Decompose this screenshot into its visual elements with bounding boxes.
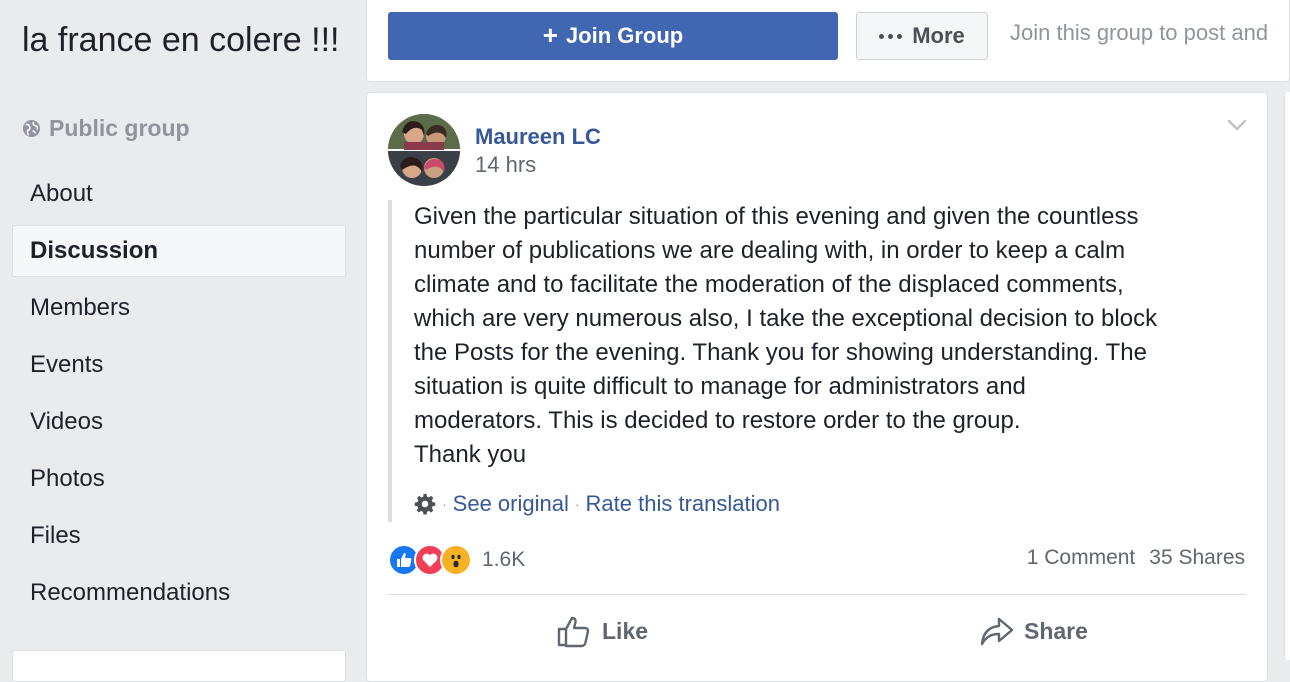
post-divider bbox=[388, 594, 1246, 595]
nav-item-about[interactable]: About bbox=[12, 168, 346, 220]
scrollbar[interactable] bbox=[1284, 92, 1290, 660]
plus-icon: + bbox=[542, 20, 558, 50]
nav-item-members[interactable]: Members bbox=[12, 282, 346, 334]
group-nav: About Discussion Members Events Videos P… bbox=[12, 168, 346, 624]
more-label: More bbox=[912, 23, 965, 48]
wow-reaction-icon bbox=[440, 544, 472, 576]
post-timestamp[interactable]: 14 hrs bbox=[475, 152, 536, 178]
group-sidebar: la france en colere !!! Public group Abo… bbox=[0, 0, 365, 682]
see-original-link[interactable]: See original bbox=[453, 491, 569, 517]
nav-item-recommendations[interactable]: Recommendations bbox=[12, 567, 346, 619]
translation-quote-bar bbox=[388, 200, 392, 522]
nav-item-discussion[interactable]: Discussion bbox=[12, 225, 346, 277]
comment-count-link[interactable]: 1 Comment bbox=[1027, 546, 1136, 570]
share-count-link[interactable]: 35 Shares bbox=[1149, 546, 1245, 570]
globe-icon bbox=[22, 119, 41, 137]
sidebar-bottom-box bbox=[12, 650, 346, 682]
thumbs-up-icon bbox=[557, 616, 590, 648]
like-label: Like bbox=[602, 617, 649, 644]
nav-item-photos[interactable]: Photos bbox=[12, 453, 346, 505]
nav-item-events[interactable]: Events bbox=[12, 339, 346, 391]
reaction-count[interactable]: 1.6K bbox=[482, 548, 525, 572]
gear-icon[interactable] bbox=[414, 493, 436, 515]
join-group-label: Join Group bbox=[565, 23, 684, 48]
rate-translation-link[interactable]: Rate this translation bbox=[586, 491, 780, 517]
separator-dot: · bbox=[442, 496, 447, 512]
join-group-button[interactable]: + Join Group bbox=[388, 12, 838, 60]
chevron-down-icon[interactable] bbox=[1226, 118, 1248, 132]
separator-dot: · bbox=[574, 496, 580, 512]
share-label: Share bbox=[1024, 617, 1088, 644]
avatar[interactable] bbox=[388, 114, 460, 186]
post-body-text: Given the particular situation of this e… bbox=[414, 203, 1158, 468]
group-title[interactable]: la france en colere !!! bbox=[22, 20, 352, 60]
like-button[interactable]: Like bbox=[556, 612, 648, 650]
nav-item-videos[interactable]: Videos bbox=[12, 396, 346, 448]
translation-controls: · See original · Rate this translation bbox=[414, 490, 780, 518]
nav-item-files[interactable]: Files bbox=[12, 510, 346, 562]
share-arrow-icon bbox=[980, 617, 1014, 646]
privacy-label: Public group bbox=[49, 114, 190, 141]
post-author[interactable]: Maureen LC bbox=[475, 124, 601, 150]
more-dots-icon bbox=[879, 33, 903, 39]
more-button[interactable]: More bbox=[856, 12, 988, 60]
reaction-summary[interactable]: 1.6K bbox=[388, 544, 525, 576]
avatar-photo bbox=[388, 114, 460, 186]
share-button[interactable]: Share bbox=[980, 612, 1088, 650]
group-privacy: Public group bbox=[22, 114, 190, 142]
join-hint-text: Join this group to post and bbox=[1010, 20, 1269, 45]
engagement-counts: 1 Comment 35 Shares bbox=[1027, 546, 1245, 570]
